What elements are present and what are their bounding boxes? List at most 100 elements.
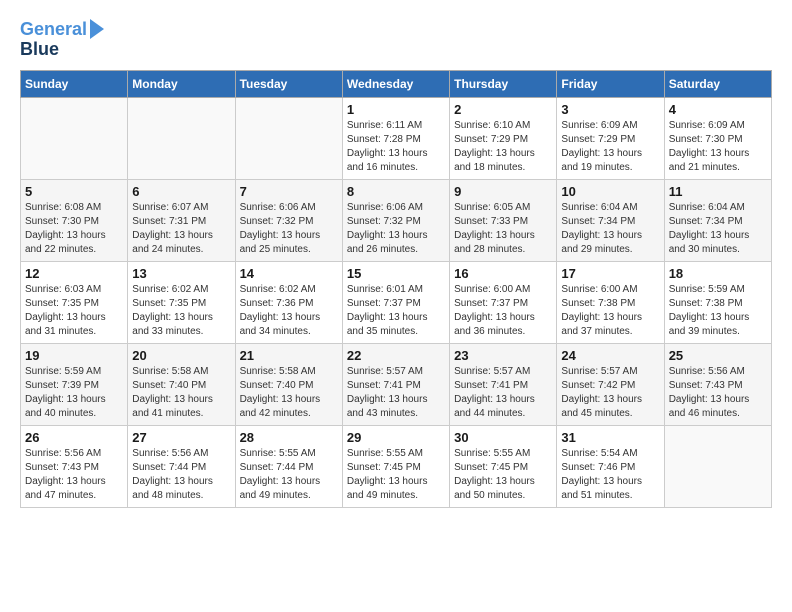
calendar-cell: 9Sunrise: 6:05 AM Sunset: 7:33 PM Daylig… — [450, 179, 557, 261]
day-number: 26 — [25, 430, 123, 445]
day-number: 7 — [240, 184, 338, 199]
day-info: Sunrise: 6:07 AM Sunset: 7:31 PM Dayligh… — [132, 201, 230, 257]
day-info: Sunrise: 6:08 AM Sunset: 7:30 PM Dayligh… — [25, 201, 123, 257]
day-number: 17 — [561, 266, 659, 281]
day-info: Sunrise: 5:58 AM Sunset: 7:40 PM Dayligh… — [132, 365, 230, 421]
calendar-cell: 2 Sunrise: 6:10 AM Sunset: 7:29 PM Daylig… — [450, 97, 557, 179]
calendar-week-row: 19 Sunrise: 5:59 AM Sunset: 7:39 PM Dayli… — [21, 343, 772, 425]
calendar-cell: 15 Sunrise: 6:01 AM Sunset: 7:37 PM Dayli… — [342, 261, 449, 343]
day-number: 28 — [240, 430, 338, 445]
day-number: 10 — [561, 184, 659, 199]
calendar-cell: 11 Sunrise: 6:04 AM Sunset: 7:34 PM Dayli… — [664, 179, 771, 261]
day-info: Sunrise: 6:02 AM Sunset: 7:36 PM Dayligh… — [240, 283, 338, 339]
day-info: Sunrise: 6:10 AM Sunset: 7:29 PM Dayligh… — [454, 119, 552, 175]
day-info: Sunrise: 6:09 AM Sunset: 7:29 PM Dayligh… — [561, 119, 659, 175]
day-number: 6 — [132, 184, 230, 199]
day-number: 12 — [25, 266, 123, 281]
day-info: Sunrise: 5:56 AM Sunset: 7:43 PM Dayligh… — [669, 365, 767, 421]
column-header-friday: Friday — [557, 70, 664, 97]
day-number: 24 — [561, 348, 659, 363]
calendar-cell: 10 Sunrise: 6:04 AM Sunset: 7:34 PM Dayli… — [557, 179, 664, 261]
day-info: Sunrise: 6:01 AM Sunset: 7:37 PM Dayligh… — [347, 283, 445, 339]
day-info: Sunrise: 6:06 AM Sunset: 7:32 PM Dayligh… — [240, 201, 338, 257]
calendar-cell — [21, 97, 128, 179]
calendar-cell: 1Sunrise: 6:11 AM Sunset: 7:28 PM Daylig… — [342, 97, 449, 179]
logo-arrow-icon — [90, 19, 104, 39]
day-number: 16 — [454, 266, 552, 281]
column-header-tuesday: Tuesday — [235, 70, 342, 97]
column-header-wednesday: Wednesday — [342, 70, 449, 97]
calendar-cell: 21 Sunrise: 5:58 AM Sunset: 7:40 PM Dayli… — [235, 343, 342, 425]
calendar-cell: 5 Sunrise: 6:08 AM Sunset: 7:30 PM Daylig… — [21, 179, 128, 261]
day-number: 11 — [669, 184, 767, 199]
calendar-cell: 8 Sunrise: 6:06 AM Sunset: 7:32 PM Daylig… — [342, 179, 449, 261]
calendar-cell — [235, 97, 342, 179]
day-info: Sunrise: 6:06 AM Sunset: 7:32 PM Dayligh… — [347, 201, 445, 257]
calendar-week-row: 26 Sunrise: 5:56 AM Sunset: 7:43 PM Dayli… — [21, 425, 772, 507]
day-number: 15 — [347, 266, 445, 281]
day-number: 31 — [561, 430, 659, 445]
day-number: 18 — [669, 266, 767, 281]
logo: General Blue — [20, 20, 104, 60]
column-header-thursday: Thursday — [450, 70, 557, 97]
calendar-cell: 16 Sunrise: 6:00 AM Sunset: 7:37 PM Dayli… — [450, 261, 557, 343]
day-info: Sunrise: 6:00 AM Sunset: 7:38 PM Dayligh… — [561, 283, 659, 339]
day-info: Sunrise: 6:04 AM Sunset: 7:34 PM Dayligh… — [561, 201, 659, 257]
logo-text-line1: General — [20, 20, 87, 40]
calendar-cell: 29Sunrise: 5:55 AM Sunset: 7:45 PM Dayli… — [342, 425, 449, 507]
calendar-cell: 30 Sunrise: 5:55 AM Sunset: 7:45 PM Dayli… — [450, 425, 557, 507]
day-info: Sunrise: 5:59 AM Sunset: 7:38 PM Dayligh… — [669, 283, 767, 339]
day-number: 5 — [25, 184, 123, 199]
day-info: Sunrise: 5:55 AM Sunset: 7:45 PM Dayligh… — [454, 447, 552, 503]
calendar-week-row: 12 Sunrise: 6:03 AM Sunset: 7:35 PM Dayli… — [21, 261, 772, 343]
day-info: Sunrise: 5:59 AM Sunset: 7:39 PM Dayligh… — [25, 365, 123, 421]
calendar-cell: 20 Sunrise: 5:58 AM Sunset: 7:40 PM Dayli… — [128, 343, 235, 425]
day-number: 20 — [132, 348, 230, 363]
day-number: 3 — [561, 102, 659, 117]
calendar-cell: 3 Sunrise: 6:09 AM Sunset: 7:29 PM Daylig… — [557, 97, 664, 179]
calendar-week-row: 1Sunrise: 6:11 AM Sunset: 7:28 PM Daylig… — [21, 97, 772, 179]
calendar-cell: 24 Sunrise: 5:57 AM Sunset: 7:42 PM Dayli… — [557, 343, 664, 425]
day-info: Sunrise: 5:55 AM Sunset: 7:45 PM Dayligh… — [347, 447, 445, 503]
day-number: 9 — [454, 184, 552, 199]
calendar-cell: 27 Sunrise: 5:56 AM Sunset: 7:44 PM Dayli… — [128, 425, 235, 507]
calendar-cell: 17 Sunrise: 6:00 AM Sunset: 7:38 PM Dayli… — [557, 261, 664, 343]
day-info: Sunrise: 5:56 AM Sunset: 7:43 PM Dayligh… — [25, 447, 123, 503]
day-number: 30 — [454, 430, 552, 445]
day-info: Sunrise: 5:57 AM Sunset: 7:41 PM Dayligh… — [347, 365, 445, 421]
day-info: Sunrise: 5:57 AM Sunset: 7:41 PM Dayligh… — [454, 365, 552, 421]
day-info: Sunrise: 5:56 AM Sunset: 7:44 PM Dayligh… — [132, 447, 230, 503]
day-number: 19 — [25, 348, 123, 363]
calendar-header-row: SundayMondayTuesdayWednesdayThursdayFrid… — [21, 70, 772, 97]
day-info: Sunrise: 6:03 AM Sunset: 7:35 PM Dayligh… — [25, 283, 123, 339]
calendar-week-row: 5 Sunrise: 6:08 AM Sunset: 7:30 PM Daylig… — [21, 179, 772, 261]
column-header-monday: Monday — [128, 70, 235, 97]
calendar-cell: 7 Sunrise: 6:06 AM Sunset: 7:32 PM Daylig… — [235, 179, 342, 261]
calendar-cell: 22Sunrise: 5:57 AM Sunset: 7:41 PM Dayli… — [342, 343, 449, 425]
day-info: Sunrise: 5:58 AM Sunset: 7:40 PM Dayligh… — [240, 365, 338, 421]
day-info: Sunrise: 6:02 AM Sunset: 7:35 PM Dayligh… — [132, 283, 230, 339]
day-number: 8 — [347, 184, 445, 199]
day-number: 21 — [240, 348, 338, 363]
day-info: Sunrise: 5:54 AM Sunset: 7:46 PM Dayligh… — [561, 447, 659, 503]
day-number: 2 — [454, 102, 552, 117]
calendar-cell: 28 Sunrise: 5:55 AM Sunset: 7:44 PM Dayli… — [235, 425, 342, 507]
day-info: Sunrise: 6:11 AM Sunset: 7:28 PM Dayligh… — [347, 119, 445, 175]
day-info: Sunrise: 6:09 AM Sunset: 7:30 PM Dayligh… — [669, 119, 767, 175]
calendar-cell: 25Sunrise: 5:56 AM Sunset: 7:43 PM Dayli… — [664, 343, 771, 425]
day-number: 27 — [132, 430, 230, 445]
day-info: Sunrise: 6:00 AM Sunset: 7:37 PM Dayligh… — [454, 283, 552, 339]
calendar-cell: 13Sunrise: 6:02 AM Sunset: 7:35 PM Dayli… — [128, 261, 235, 343]
page-header: General Blue — [20, 20, 772, 60]
calendar-cell: 26 Sunrise: 5:56 AM Sunset: 7:43 PM Dayli… — [21, 425, 128, 507]
calendar-cell — [128, 97, 235, 179]
calendar-cell: 18 Sunrise: 5:59 AM Sunset: 7:38 PM Dayli… — [664, 261, 771, 343]
day-info: Sunrise: 5:57 AM Sunset: 7:42 PM Dayligh… — [561, 365, 659, 421]
day-info: Sunrise: 6:04 AM Sunset: 7:34 PM Dayligh… — [669, 201, 767, 257]
calendar-cell: 4 Sunrise: 6:09 AM Sunset: 7:30 PM Daylig… — [664, 97, 771, 179]
day-info: Sunrise: 5:55 AM Sunset: 7:44 PM Dayligh… — [240, 447, 338, 503]
day-number: 4 — [669, 102, 767, 117]
calendar-cell — [664, 425, 771, 507]
day-number: 14 — [240, 266, 338, 281]
calendar-cell: 6 Sunrise: 6:07 AM Sunset: 7:31 PM Daylig… — [128, 179, 235, 261]
